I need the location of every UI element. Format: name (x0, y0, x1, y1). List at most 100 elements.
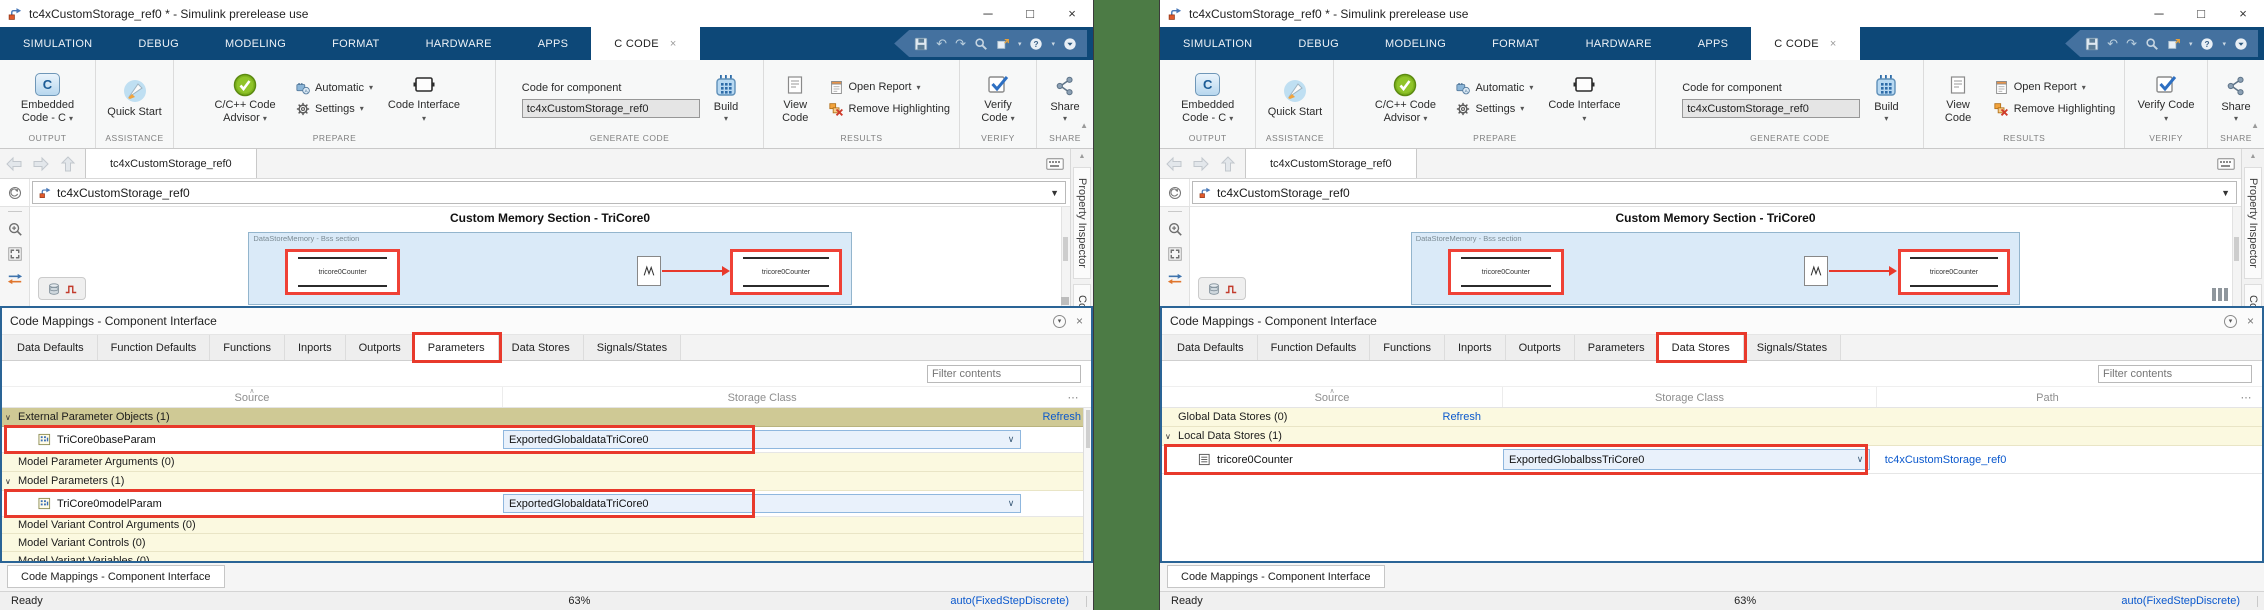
forward-icon[interactable] (1187, 149, 1214, 178)
tab-inports[interactable]: Inports (1445, 335, 1506, 360)
close-tab-icon[interactable]: × (1830, 38, 1837, 50)
build-button[interactable]: Build▾ (1869, 72, 1903, 124)
verify-code-button[interactable]: Verify Code ▾ (2130, 70, 2202, 126)
minimize-panel-icon[interactable]: ▾ (1053, 315, 1066, 328)
storage-class-select[interactable]: ExportedGlobaldataTriCore0∨ (503, 430, 1021, 449)
solver-link[interactable]: auto(FixedStepDiscrete) (950, 595, 1069, 607)
forward-icon[interactable] (27, 149, 54, 178)
automatic-button[interactable]: Automatic▾ (1456, 81, 1533, 95)
minimize-button[interactable]: ─ (2138, 0, 2180, 27)
tab-apps[interactable]: APPS (1675, 27, 1752, 60)
collapse-ribbon-icon[interactable]: ▲ (2251, 121, 2259, 130)
zoom-icon[interactable] (7, 221, 23, 237)
share-button[interactable]: Share▾ (2216, 72, 2255, 124)
model-tab[interactable]: tc4xCustomStorage_ref0 (85, 149, 257, 178)
maximize-button[interactable]: □ (2180, 0, 2222, 27)
tab-signals-states[interactable]: Signals/States (1744, 335, 1841, 360)
close-tab-icon[interactable]: × (670, 38, 677, 50)
settings-button[interactable]: Settings▾ (296, 102, 373, 116)
open-report-button[interactable]: Open Report▾ (1994, 80, 2116, 95)
tab-signals-states[interactable]: Signals/States (584, 335, 681, 360)
component-input[interactable] (522, 99, 700, 118)
tab-inports[interactable]: Inports (285, 335, 346, 360)
more-columns-icon[interactable]: ⋯ (2236, 387, 2256, 407)
fit-to-view-icon[interactable] (7, 246, 23, 262)
group-row[interactable]: Model Variant Variables (0) (2, 552, 1091, 561)
build-button[interactable]: Build▾ (709, 72, 743, 124)
tab-function-defaults[interactable]: Function Defaults (1258, 335, 1371, 360)
canvas-badge[interactable] (1198, 277, 1246, 300)
undo-icon[interactable]: ↶ (2107, 36, 2118, 52)
tab-outports[interactable]: Outports (346, 335, 415, 360)
signal-block[interactable] (637, 256, 661, 286)
storage-class-select[interactable]: ExportedGlobalbssTriCore0∨ (1503, 449, 1870, 470)
tab-c-code[interactable]: C CODE× (1751, 27, 1859, 60)
sort-icon[interactable]: ∧ (249, 387, 254, 395)
tab-parameters[interactable]: Parameters (1575, 335, 1659, 360)
minimize-button[interactable]: ─ (967, 0, 1009, 27)
tab-simulation[interactable]: SIMULATION (1160, 27, 1275, 60)
remove-highlighting-button[interactable]: Remove Highlighting (1994, 102, 2116, 117)
group-row[interactable]: Model Variant Control Arguments (0) (2, 517, 1091, 534)
tab-data-defaults[interactable]: Data Defaults (4, 335, 98, 360)
refresh-link[interactable]: Refresh (1443, 411, 1482, 423)
quick-start-button[interactable]: Quick Start (1263, 77, 1327, 120)
redo-icon[interactable]: ↷ (955, 36, 966, 52)
verify-code-button[interactable]: Verify Code ▾ (965, 70, 1031, 126)
compare-arrows-icon[interactable] (1167, 271, 1183, 287)
chevron-down-icon[interactable]: ▼ (1050, 188, 1059, 198)
save-icon[interactable] (2085, 37, 2099, 51)
refresh-link[interactable]: Refresh (1042, 411, 1081, 423)
parameter-row[interactable]: TriCore0modelParam ExportedGlobaldataTri… (2, 491, 1091, 517)
model-tab[interactable]: tc4xCustomStorage_ref0 (1245, 149, 1417, 178)
sort-icon[interactable]: ∧ (1329, 387, 1334, 395)
share-button[interactable]: Share▾ (1045, 72, 1084, 124)
component-input[interactable] (1682, 99, 1860, 118)
collapse-icon[interactable]: ▲ (2250, 153, 2257, 160)
tab-simulation[interactable]: SIMULATION (0, 27, 115, 60)
collapse-ribbon-icon[interactable]: ▲ (1080, 121, 1088, 130)
tab-hardware[interactable]: HARDWARE (1563, 27, 1675, 60)
tab-property-inspector[interactable]: Property Inspector (2244, 167, 2262, 279)
toolstrip-collapse-icon[interactable] (2234, 37, 2248, 51)
canvas-scrollbar[interactable] (1061, 207, 1070, 306)
fit-to-view-icon[interactable] (1167, 246, 1183, 262)
settings-button[interactable]: Settings▾ (1456, 102, 1533, 116)
remove-highlighting-button[interactable]: Remove Highlighting (829, 102, 951, 117)
column-storage-class[interactable]: Storage Class (728, 392, 797, 404)
back-icon[interactable] (1160, 149, 1187, 178)
up-icon[interactable] (1214, 149, 1241, 178)
dropdown-icon[interactable]: ▾ (1018, 40, 1022, 48)
tab-hardware[interactable]: HARDWARE (403, 27, 515, 60)
code-interface-button[interactable]: Code Interface ▾ (380, 70, 468, 126)
storage-class-select[interactable]: ExportedGlobaldataTriCore0∨ (503, 494, 1021, 513)
view-code-button[interactable]: View Code (1929, 70, 1986, 126)
canvas-scrollbar[interactable] (2232, 207, 2241, 306)
group-row[interactable]: ∨Model Parameters (1) (2, 472, 1091, 491)
group-row[interactable]: Model Variant Controls (0) (2, 534, 1091, 552)
tab-modeling[interactable]: MODELING (1362, 27, 1469, 60)
code-interface-button[interactable]: Code Interface ▾ (1540, 70, 1628, 126)
quick-start-button[interactable]: Quick Start (102, 77, 166, 120)
path-link[interactable]: tc4xCustomStorage_ref0 (1885, 454, 2007, 466)
model-canvas[interactable]: Custom Memory Section - TriCore0 DataSto… (1190, 207, 2241, 306)
embedded-code-button[interactable]: CEmbedded Code - C ▾ (5, 70, 90, 126)
parameter-row[interactable]: TriCore0baseParam ExportedGlobaldataTriC… (2, 427, 1091, 453)
model-canvas[interactable]: Custom Memory Section - TriCore0 DataSto… (30, 207, 1070, 306)
breadcrumb[interactable]: tc4xCustomStorage_ref0 ▼ (32, 181, 1066, 204)
more-columns-icon[interactable]: ⋯ (1063, 387, 1083, 407)
data-store-block-left[interactable]: tricore0Counter (1448, 249, 1563, 295)
collapse-row-icon[interactable]: ∨ (1165, 432, 1171, 441)
tab-format[interactable]: FORMAT (309, 27, 402, 60)
toolstrip-collapse-icon[interactable] (1063, 37, 1077, 51)
tab-function-defaults[interactable]: Function Defaults (98, 335, 211, 360)
code-advisor-button[interactable]: C/C++ Code Advisor ▾ (201, 70, 289, 126)
dropdown-icon[interactable]: ▾ (2222, 40, 2226, 48)
close-button[interactable]: × (1051, 0, 1093, 27)
undo-icon[interactable]: ↶ (936, 36, 947, 52)
tab-debug[interactable]: DEBUG (1275, 27, 1362, 60)
tab-data-defaults[interactable]: Data Defaults (1164, 335, 1258, 360)
data-store-block-right[interactable]: tricore0Counter (730, 249, 841, 295)
search-icon[interactable] (974, 37, 988, 51)
tab-functions[interactable]: Functions (210, 335, 285, 360)
